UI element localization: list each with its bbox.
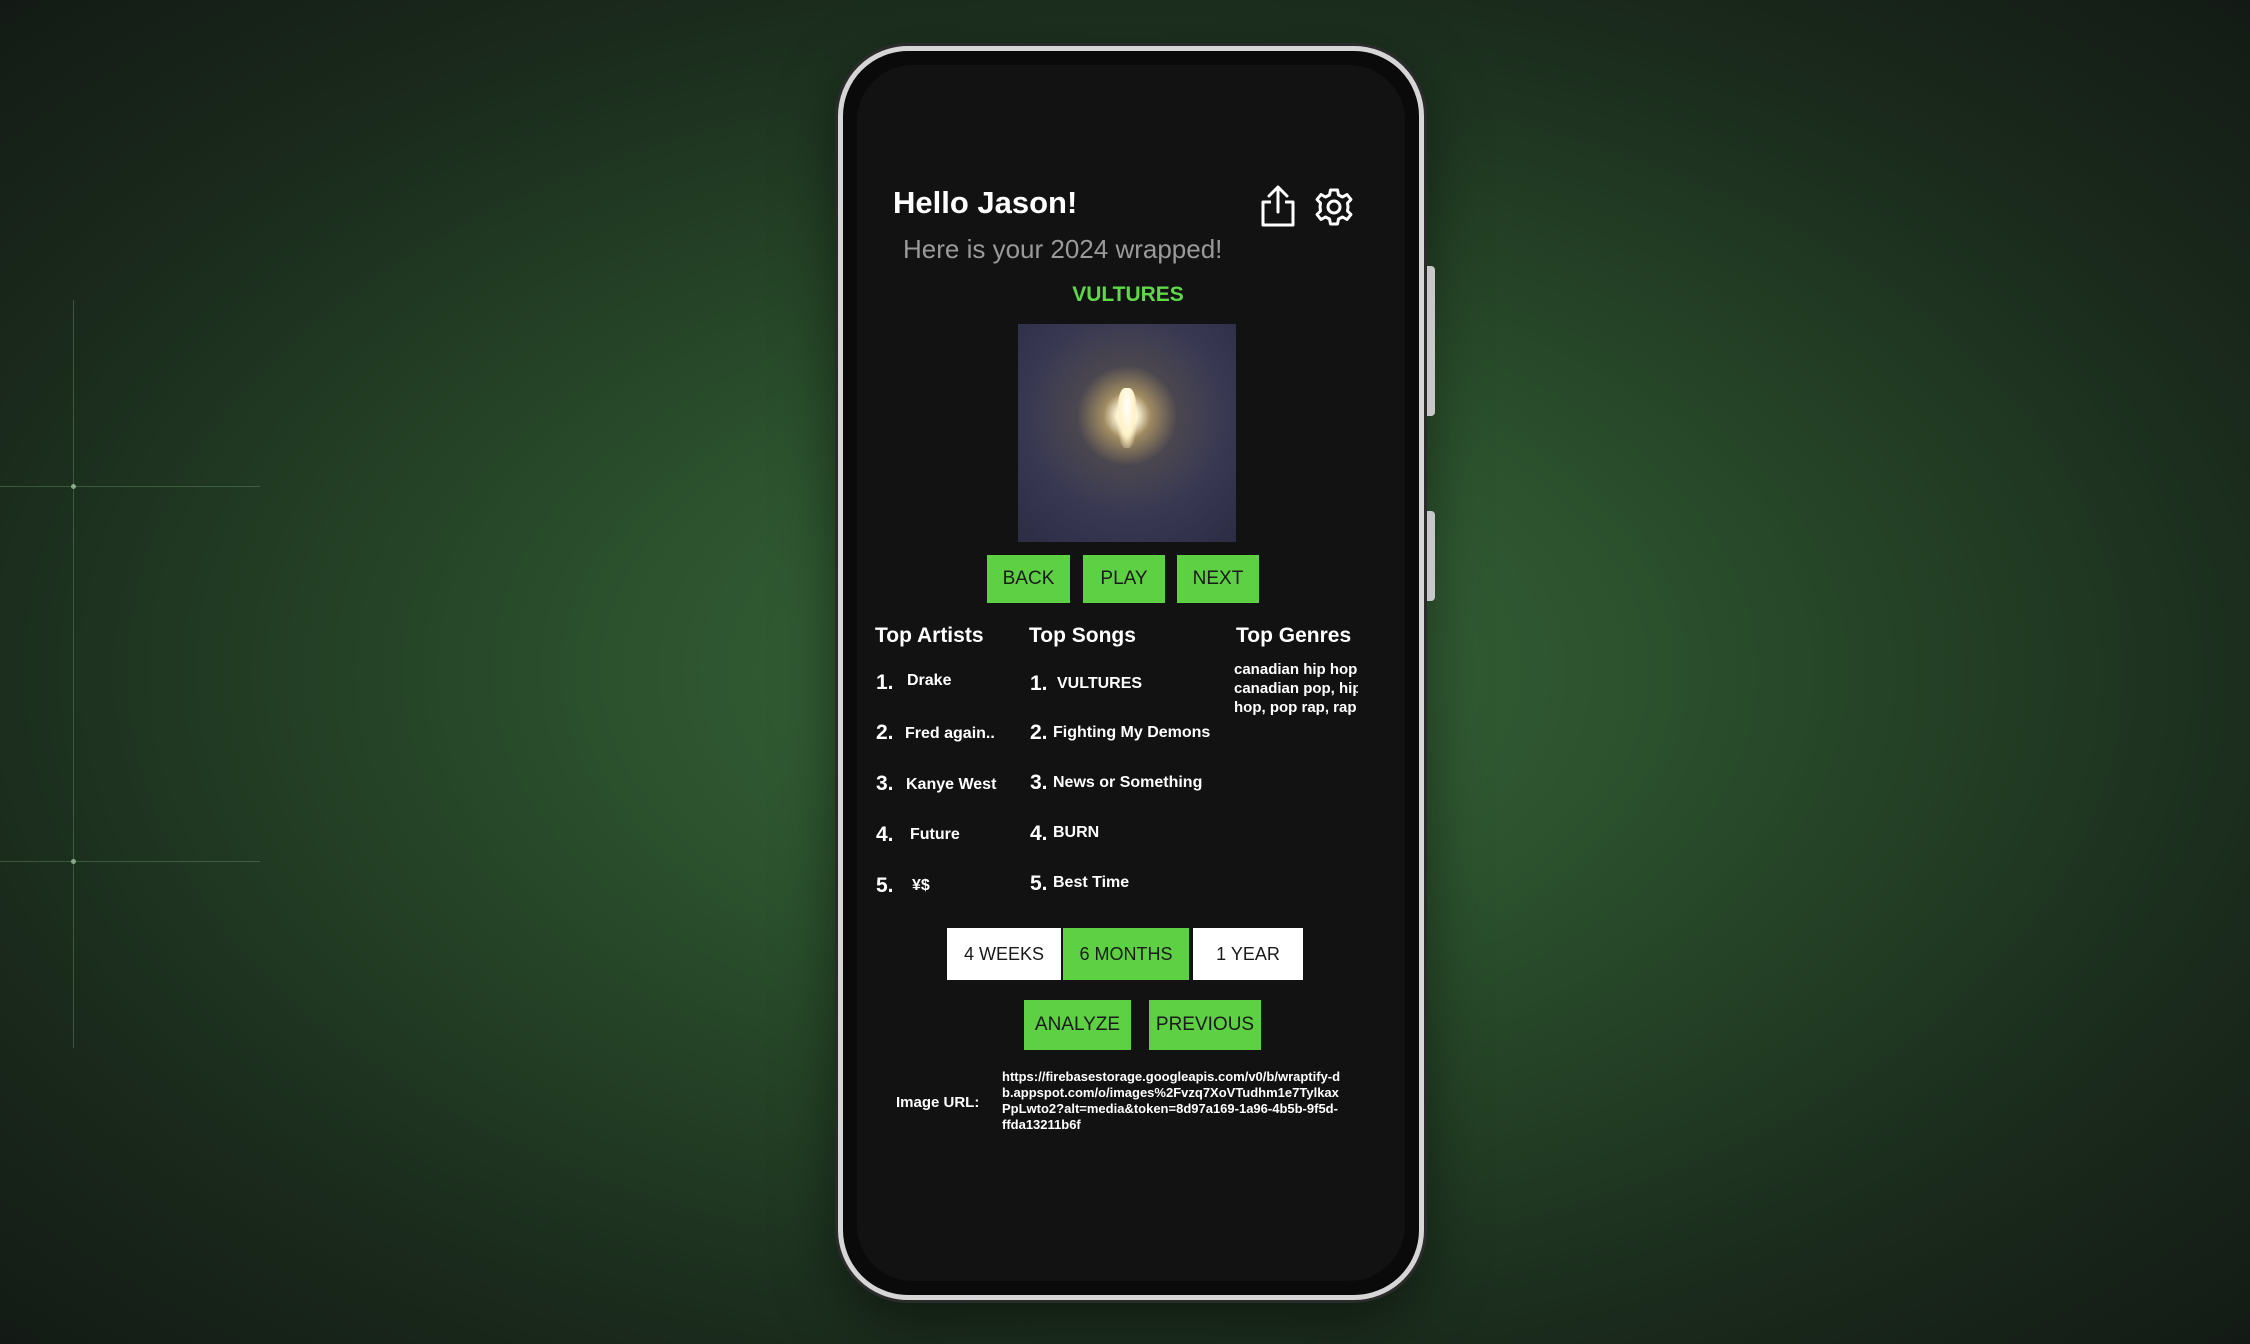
greeting-heading: Hello Jason! xyxy=(893,185,1078,220)
song-name: VULTURES xyxy=(1057,675,1143,692)
top-artists-heading: Top Artists xyxy=(875,624,984,647)
artist-rank: 1. xyxy=(876,671,894,694)
decorative-horizontal-line xyxy=(0,861,260,862)
song-rank: 1. xyxy=(1030,672,1048,695)
share-icon[interactable] xyxy=(1258,184,1298,228)
song-rank: 2. xyxy=(1030,721,1048,744)
tab-1-year[interactable]: 1 YEAR xyxy=(1193,928,1303,980)
decorative-dot xyxy=(71,484,76,489)
play-button[interactable]: PLAY xyxy=(1083,555,1165,603)
image-url-label: Image URL: xyxy=(896,1094,980,1111)
song-rank: 5. xyxy=(1030,872,1048,895)
gear-icon[interactable] xyxy=(1313,186,1355,228)
artist-name: Future xyxy=(910,826,960,843)
artist-rank: 2. xyxy=(876,721,894,744)
next-button[interactable]: NEXT xyxy=(1177,555,1259,603)
decorative-vertical-line xyxy=(73,300,74,1048)
song-name: Fighting My Demons xyxy=(1053,724,1211,741)
phone-power-button xyxy=(1427,511,1435,601)
song-rank: 3. xyxy=(1030,771,1048,794)
top-genres-text: canadian hip hop, canadian pop, hip hop,… xyxy=(1234,661,1358,716)
image-url-value: https://firebasestorage.googleapis.com/v… xyxy=(1002,1069,1341,1132)
analyze-button[interactable]: ANALYZE xyxy=(1024,1000,1131,1050)
artist-name: ¥$ xyxy=(912,877,930,894)
artist-name: Drake xyxy=(907,672,952,689)
top-genres-heading: Top Genres xyxy=(1236,624,1352,647)
tab-6-months[interactable]: 6 MONTHS xyxy=(1063,928,1189,980)
artist-rank: 5. xyxy=(876,874,894,897)
song-name: News or Something xyxy=(1053,774,1203,791)
decorative-horizontal-line xyxy=(0,486,260,487)
artist-name: Kanye West xyxy=(906,776,997,793)
song-name: Best Time xyxy=(1053,874,1130,891)
album-art-figure xyxy=(1117,388,1137,448)
tab-4-weeks[interactable]: 4 WEEKS xyxy=(947,928,1061,980)
previous-button[interactable]: PREVIOUS xyxy=(1149,1000,1261,1050)
current-song-title: VULTURES xyxy=(1072,283,1184,306)
song-rank: 4. xyxy=(1030,822,1048,845)
artist-rank: 3. xyxy=(876,772,894,795)
top-songs-heading: Top Songs xyxy=(1029,624,1136,647)
artist-name: Fred again.. xyxy=(905,725,995,742)
back-button[interactable]: BACK xyxy=(987,555,1070,603)
artist-rank: 4. xyxy=(876,823,894,846)
decorative-dot xyxy=(71,859,76,864)
phone-volume-button xyxy=(1427,266,1435,416)
song-name: BURN xyxy=(1053,824,1100,841)
wrapped-subtitle: Here is your 2024 wrapped! xyxy=(903,234,1223,264)
